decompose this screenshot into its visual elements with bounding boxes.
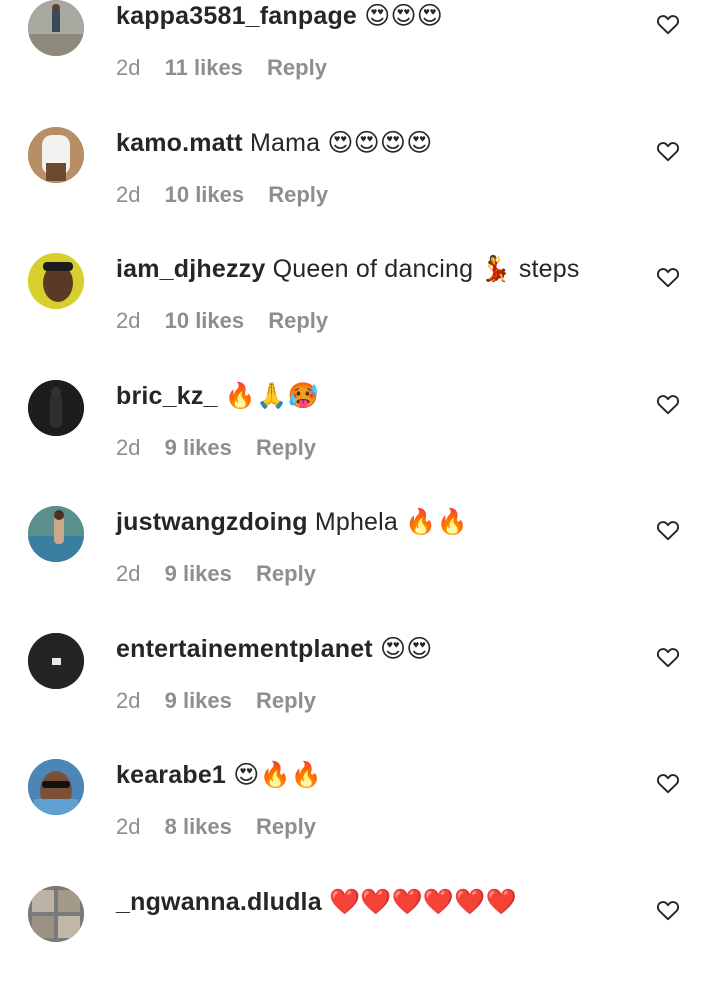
comment-meta: 2d 10 likes Reply [116, 181, 346, 209]
heart-outline-icon[interactable] [656, 772, 680, 794]
comment-age: 2d [116, 308, 141, 333]
heart-outline-icon [656, 521, 680, 541]
comment-age: 2d [116, 561, 141, 586]
comment-likes[interactable]: 10 likes [165, 181, 245, 209]
comment-age: 2d [116, 814, 141, 839]
heart-outline-icon [656, 900, 680, 920]
comment-text: Queen of dancing 💃 steps [272, 255, 580, 283]
comment-text: 😍😍 [380, 634, 433, 663]
comment-item: kamo.matt Mama 😍😍😍😍 2d 10 likes Reply [0, 123, 720, 249]
comment-item: kearabe1 😍🔥🔥 2d 8 likes Reply [0, 755, 720, 881]
comment-text: Mama 😍😍😍😍 [250, 128, 433, 157]
comment-line: justwangzdoing Mphela 🔥🔥 [116, 506, 468, 538]
comment-username[interactable]: kearabe1 [116, 761, 226, 789]
comment-text: Mphela 🔥🔥 [314, 508, 468, 536]
avatar[interactable] [28, 506, 84, 562]
comment-meta: 2d 9 likes Reply [116, 687, 334, 715]
comment-meta: 2d 11 likes Reply [116, 54, 345, 82]
comment-username[interactable]: iam_djhezzy [116, 255, 265, 283]
heart-outline-icon [656, 647, 680, 667]
reply-button[interactable]: Reply [256, 434, 316, 462]
avatar-dark-silhouette [28, 379, 84, 436]
comment-text: 😍😍😍 [364, 2, 443, 30]
avatar[interactable] [28, 0, 84, 56]
comment-meta: 2d 9 likes Reply [116, 560, 334, 588]
heart-outline-icon[interactable] [656, 519, 680, 541]
comment-likes[interactable]: 10 likes [165, 307, 245, 335]
avatar-poolside [28, 506, 84, 562]
heart-outline-icon [656, 774, 680, 794]
comment-age: 2d [116, 55, 141, 80]
comment-likes[interactable]: 9 likes [165, 687, 232, 715]
heart-outline-icon[interactable] [656, 13, 680, 35]
comment-item: iam_djhezzy Queen of dancing 💃 steps 2d … [0, 249, 720, 375]
comment-text: 🔥🙏🥵 [224, 381, 319, 410]
reply-button[interactable]: Reply [256, 687, 316, 715]
comment-meta: 2d 10 likes Reply [116, 307, 346, 335]
comment-line: iam_djhezzy Queen of dancing 💃 steps [116, 253, 580, 285]
comment-username[interactable]: _ngwanna.dludla [116, 888, 322, 916]
comment-item: bric_kz_ 🔥🙏🥵 2d 9 likes Reply [0, 376, 720, 502]
comment-likes[interactable]: 8 likes [165, 813, 232, 841]
avatar-logo-dark [28, 632, 84, 689]
comment-line: _ngwanna.dludla ❤️❤️❤️❤️❤️❤️ [116, 886, 517, 918]
avatar[interactable] [28, 126, 84, 183]
avatar[interactable] [28, 632, 84, 689]
heart-outline-icon [656, 268, 680, 288]
comment-line: entertainementplanet 😍😍 [116, 633, 433, 665]
comment-line: kearabe1 😍🔥🔥 [116, 759, 322, 791]
heart-outline-icon[interactable] [656, 266, 680, 288]
avatar-collage [28, 885, 84, 942]
heart-outline-icon[interactable] [656, 393, 680, 415]
comment-username[interactable]: entertainementplanet [116, 635, 373, 663]
comment-line: kamo.matt Mama 😍😍😍😍 [116, 127, 432, 159]
comment-line: bric_kz_ 🔥🙏🥵 [116, 380, 319, 412]
avatar-outdoor-figure [28, 0, 84, 56]
comment-meta: 2d 8 likes Reply [116, 813, 334, 841]
heart-outline-icon[interactable] [656, 646, 680, 668]
reply-button[interactable]: Reply [267, 54, 327, 82]
heart-outline-icon[interactable] [656, 899, 680, 921]
heart-outline-icon [656, 141, 680, 161]
comment-text: ❤️❤️❤️❤️❤️❤️ [328, 887, 517, 916]
comment-line: kappa3581_fanpage 😍😍😍 [116, 0, 443, 32]
comment-age: 2d [116, 687, 141, 713]
comment-item: entertainementplanet 😍😍 2d 9 likes Reply [0, 629, 720, 755]
comment-username[interactable]: bric_kz_ [116, 382, 218, 410]
avatar-white-outfit [28, 126, 84, 183]
comment-age: 2d [116, 181, 141, 207]
comment-likes[interactable]: 11 likes [165, 54, 243, 82]
heart-outline-icon[interactable] [656, 140, 680, 162]
reply-button[interactable]: Reply [268, 307, 328, 335]
comment-username[interactable]: justwangzdoing [116, 508, 308, 536]
avatar[interactable] [28, 379, 84, 436]
comments-list: kappa3581_fanpage 😍😍😍 2d 11 likes Reply … [0, 0, 720, 945]
comment-age: 2d [116, 434, 141, 460]
heart-outline-icon [656, 394, 680, 414]
comment-item: justwangzdoing Mphela 🔥🔥 2d 9 likes Repl… [0, 502, 720, 628]
avatar[interactable] [28, 253, 84, 309]
comment-likes[interactable]: 9 likes [165, 434, 232, 462]
avatar[interactable] [28, 759, 84, 815]
reply-button[interactable]: Reply [268, 181, 328, 209]
avatar-sunglasses [28, 759, 84, 815]
comment-meta: 2d 9 likes Reply [116, 434, 334, 462]
comment-username[interactable]: kappa3581_fanpage [116, 2, 357, 30]
heart-outline-icon [656, 15, 680, 35]
reply-button[interactable]: Reply [256, 560, 316, 588]
reply-button[interactable]: Reply [256, 813, 316, 841]
avatar[interactable] [28, 885, 84, 942]
comment-likes[interactable]: 9 likes [165, 560, 232, 588]
avatar-face-yellow [28, 253, 84, 309]
comment-username[interactable]: kamo.matt [116, 129, 243, 157]
comment-item: kappa3581_fanpage 😍😍😍 2d 11 likes Reply [0, 0, 720, 122]
comment-text: 😍🔥🔥 [233, 761, 323, 789]
